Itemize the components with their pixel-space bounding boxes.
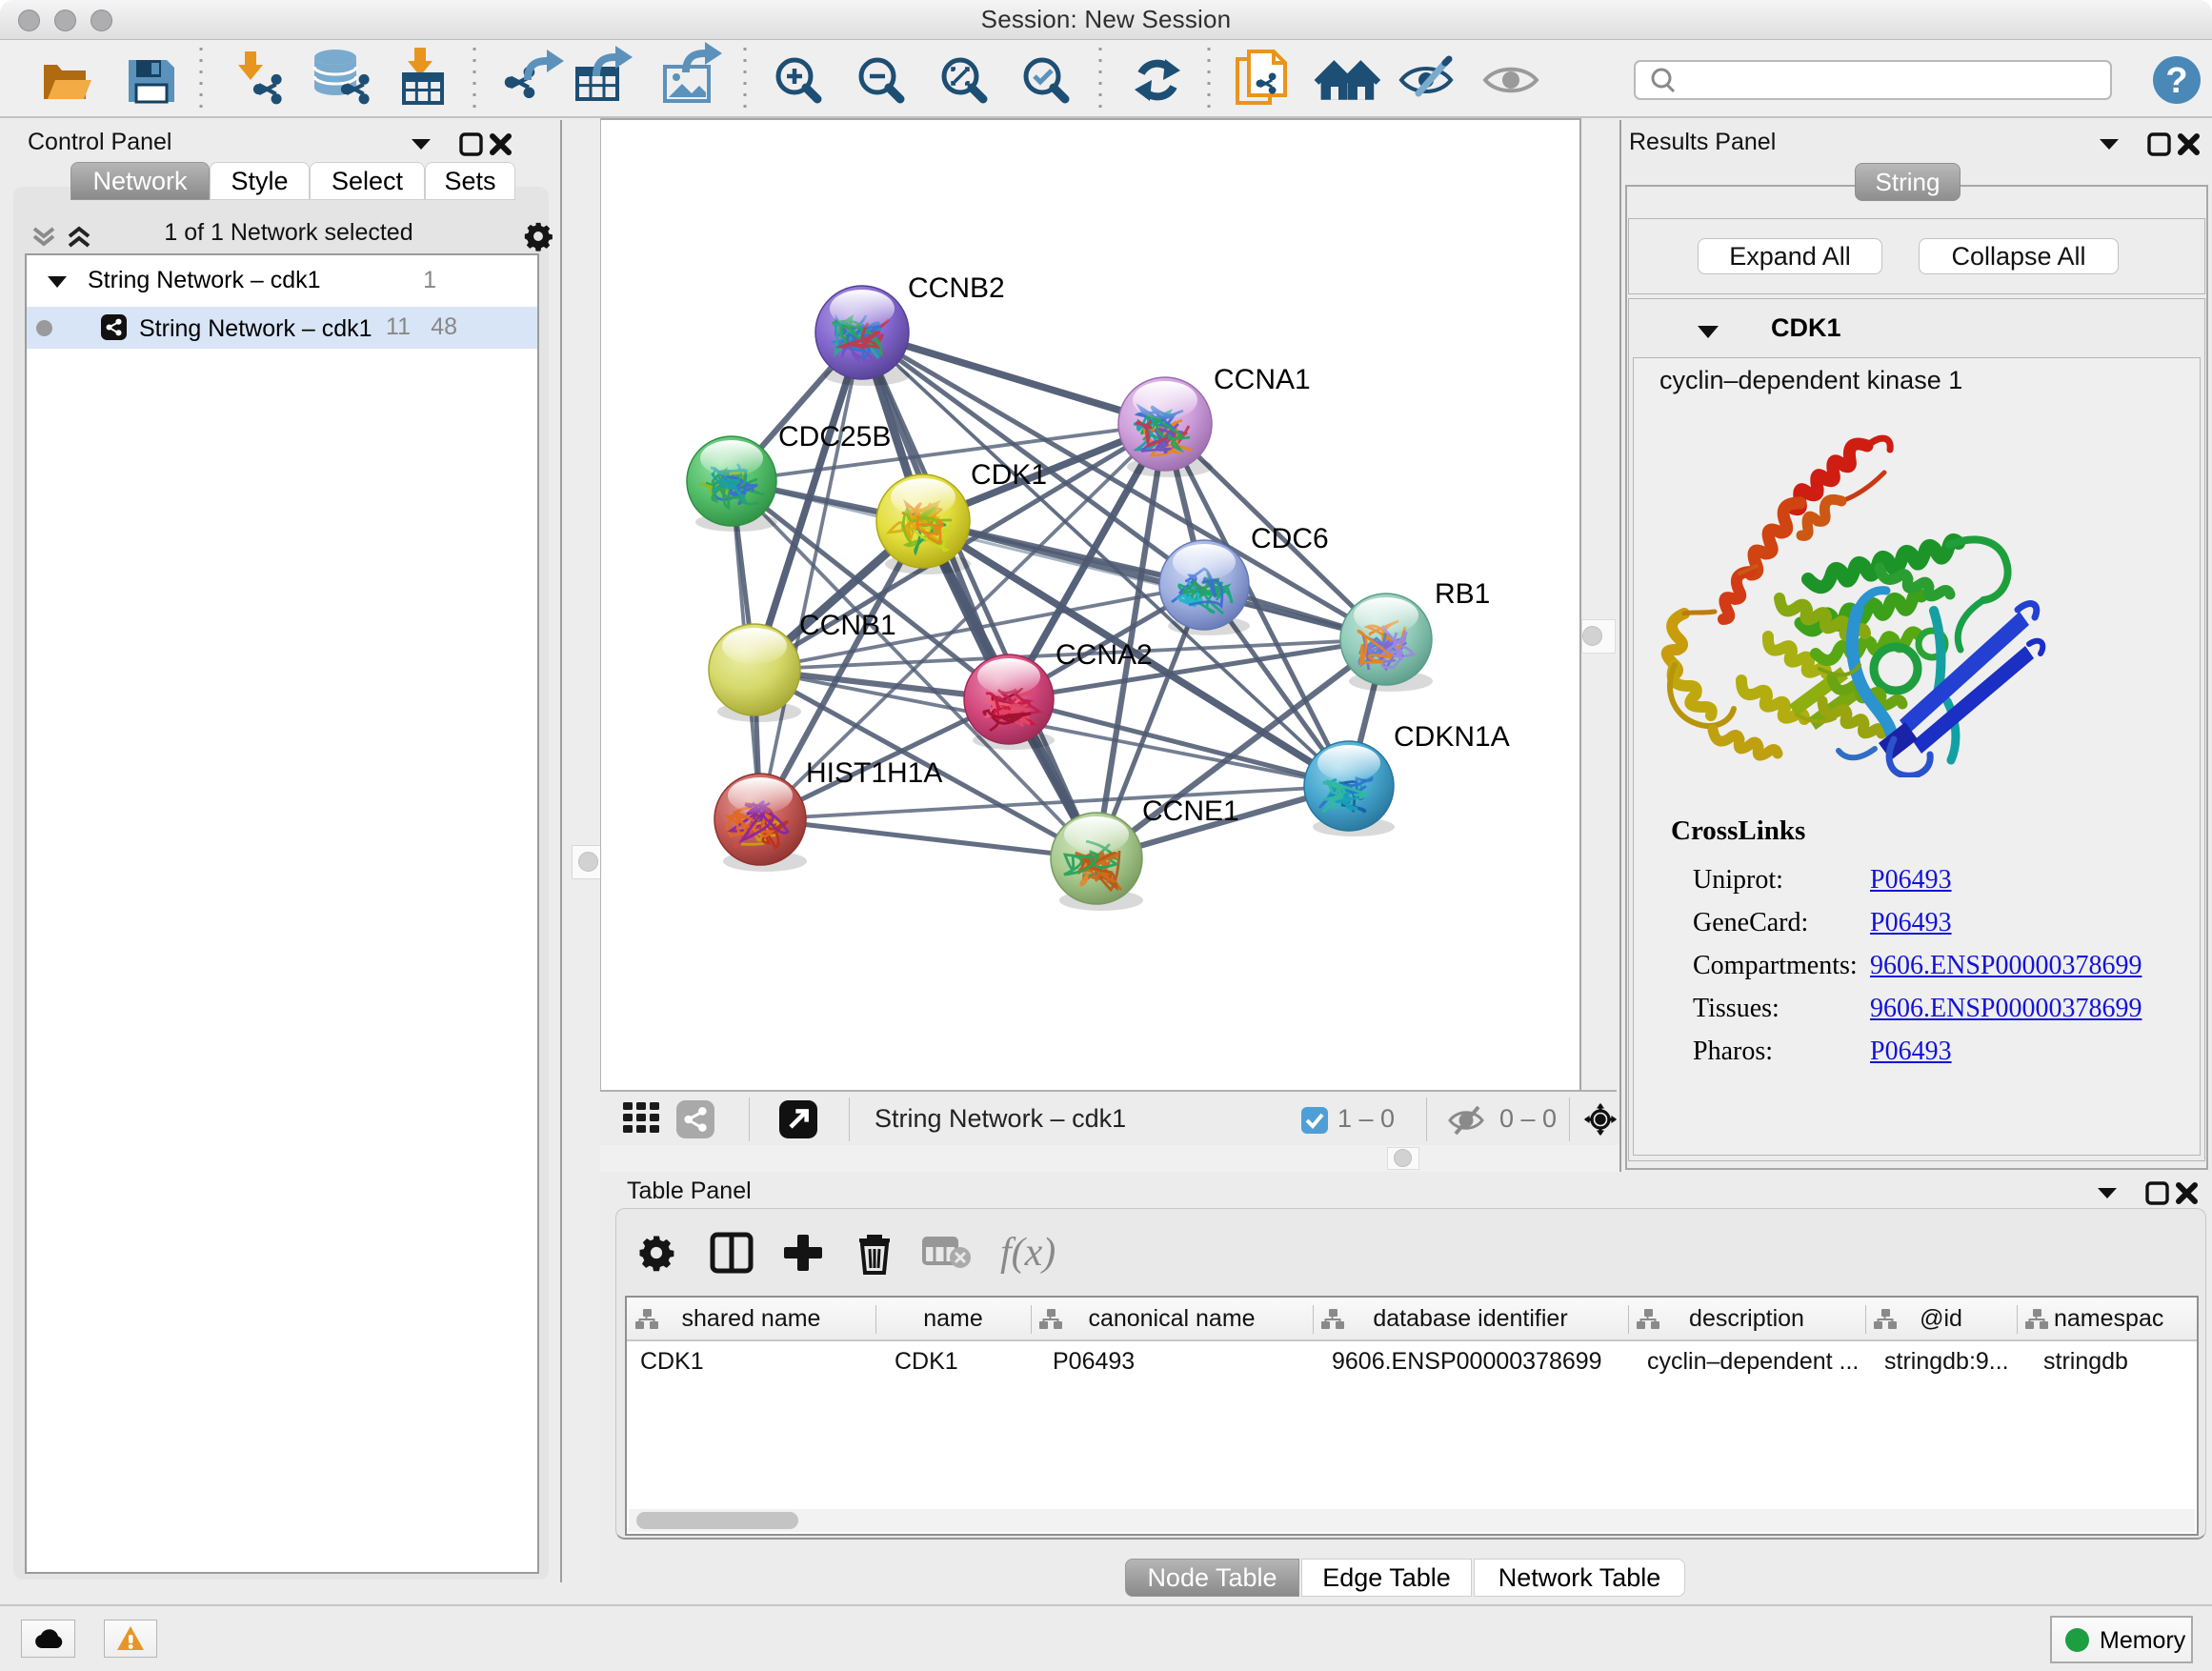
- svg-text:CCNA1: CCNA1: [1214, 364, 1311, 395]
- svg-text:?: ?: [2165, 61, 2187, 101]
- svg-text:CCNB2: CCNB2: [908, 272, 1005, 304]
- svg-text:f(x): f(x): [1000, 1231, 1056, 1275]
- svg-text:RB1: RB1: [1435, 578, 1490, 610]
- svg-text:CCNE1: CCNE1: [1142, 795, 1239, 827]
- svg-text:CDK1: CDK1: [971, 459, 1047, 491]
- svg-text:CCNA2: CCNA2: [1056, 639, 1153, 671]
- svg-text:CDC6: CDC6: [1251, 523, 1329, 554]
- svg-text:CCNB1: CCNB1: [799, 610, 896, 641]
- svg-text:HIST1H1A: HIST1H1A: [806, 757, 942, 789]
- svg-text:CDKN1A: CDKN1A: [1394, 721, 1510, 753]
- svg-text:CDC25B: CDC25B: [778, 421, 891, 453]
